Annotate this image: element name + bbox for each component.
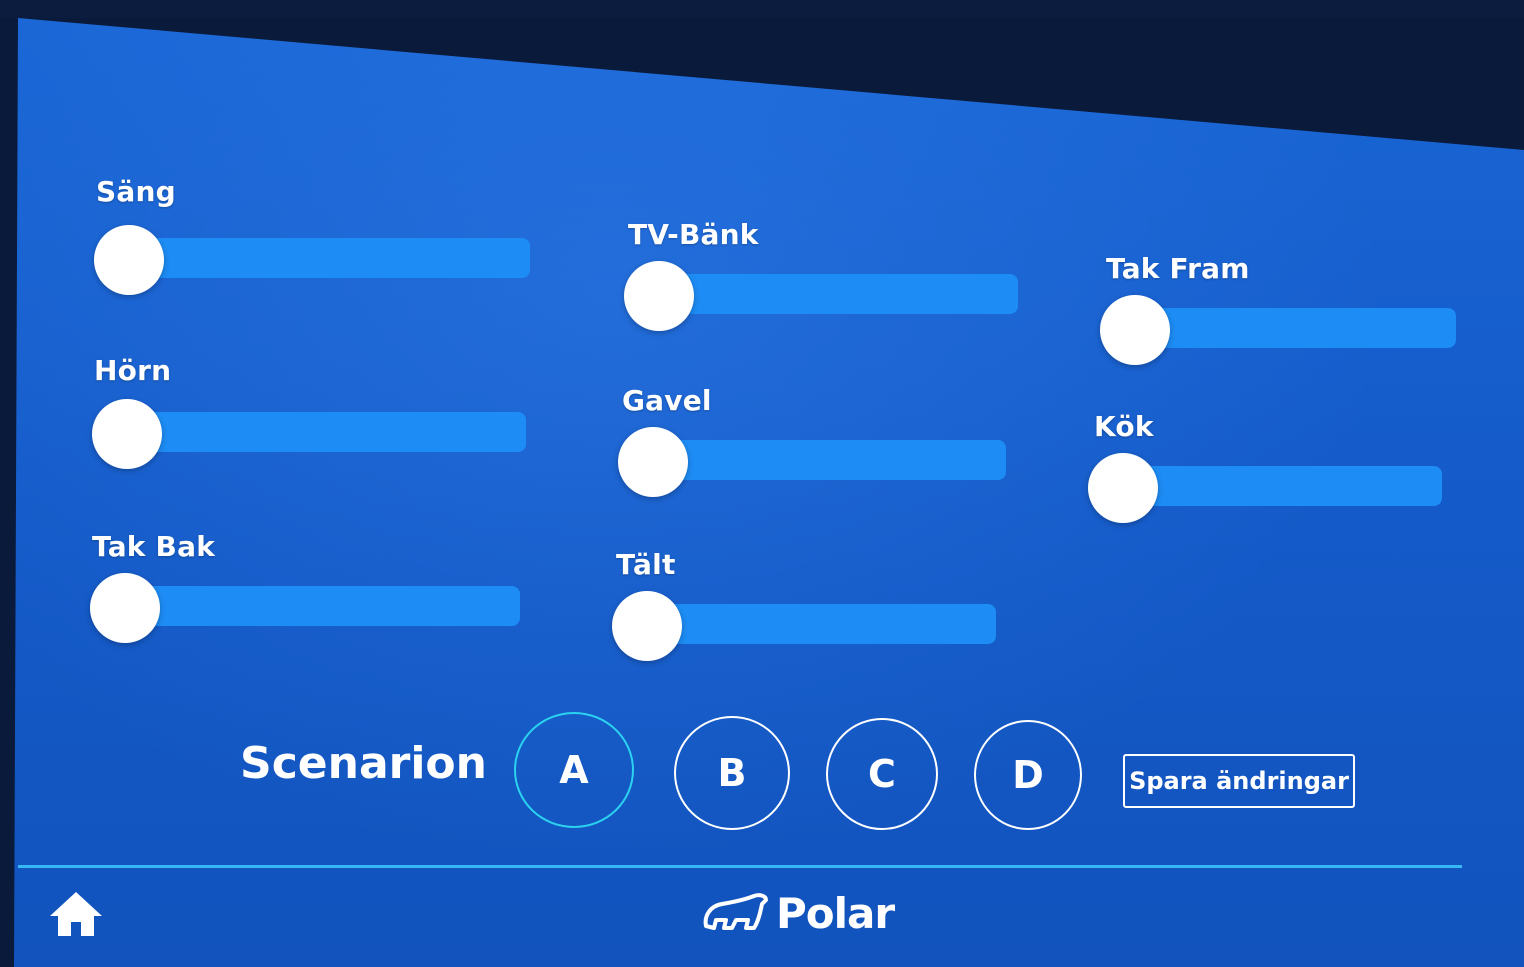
slider-track[interactable] (636, 604, 996, 644)
slider-gavel[interactable] (618, 427, 1006, 497)
slider-label-talt: Tält (616, 548, 676, 581)
scenario-d-button[interactable]: D (974, 720, 1082, 830)
slider-track[interactable] (114, 586, 520, 626)
slider-knob[interactable] (624, 261, 694, 331)
slider-kok[interactable] (1088, 453, 1442, 523)
slider-knob[interactable] (1100, 295, 1170, 365)
slider-knob[interactable] (92, 399, 162, 469)
scenario-label: Scenarion (240, 738, 487, 789)
slider-label-sang: Säng (96, 175, 176, 208)
footer-divider (18, 865, 1462, 868)
slider-horn[interactable] (92, 399, 526, 469)
slider-label-tak-bak: Tak Bak (92, 530, 216, 563)
slider-label-kok: Kök (1094, 410, 1154, 443)
slider-track[interactable] (648, 274, 1018, 314)
logo-text: Polar (776, 888, 895, 938)
slider-knob[interactable] (618, 427, 688, 497)
scenario-c-button[interactable]: C (826, 718, 938, 830)
scenario-a-button[interactable]: A (514, 712, 634, 828)
slider-tak-bak[interactable] (90, 573, 520, 643)
slider-knob[interactable] (90, 573, 160, 643)
slider-label-gavel: Gavel (622, 384, 712, 417)
save-changes-button[interactable]: Spara ändringar (1123, 754, 1355, 808)
slider-sang[interactable] (94, 225, 530, 295)
slider-track[interactable] (1112, 466, 1442, 506)
scenario-b-button[interactable]: B (674, 716, 790, 830)
slider-knob[interactable] (612, 591, 682, 661)
slider-track[interactable] (116, 412, 526, 452)
slider-talt[interactable] (612, 591, 996, 661)
slider-track[interactable] (1124, 308, 1456, 348)
slider-label-tv-bank: TV-Bänk (628, 218, 759, 251)
polar-bear-icon (703, 893, 768, 930)
polar-logo: Polar (700, 888, 895, 938)
slider-track[interactable] (118, 238, 530, 278)
slider-label-tak-fram: Tak Fram (1106, 252, 1250, 285)
home-icon[interactable] (46, 888, 106, 940)
slider-label-horn: Hörn (94, 354, 172, 387)
slider-tv-bank[interactable] (624, 261, 1018, 331)
slider-knob[interactable] (94, 225, 164, 295)
frame-top (0, 0, 1524, 18)
slider-tak-fram[interactable] (1100, 295, 1456, 365)
slider-knob[interactable] (1088, 453, 1158, 523)
slider-track[interactable] (642, 440, 1006, 480)
